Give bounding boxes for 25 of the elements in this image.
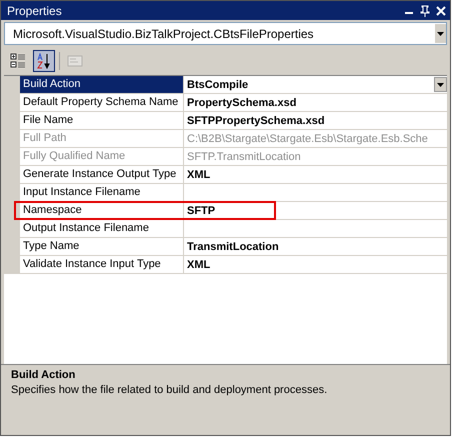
description-text: Specifies how the file related to build and deployment processes. <box>11 384 328 396</box>
property-name[interactable]: Validate Instance Input Type <box>20 256 184 273</box>
property-name[interactable]: Output Instance Filename <box>20 220 184 237</box>
property-name[interactable]: Input Instance Filename <box>20 184 184 201</box>
property-value: SFTP <box>187 204 216 216</box>
property-value: BtsCompile <box>187 78 250 90</box>
property-name[interactable]: File Name <box>20 112 184 129</box>
property-value: SFTPPropertySchema.xsd <box>187 114 326 126</box>
property-name[interactable]: Namespace <box>20 202 184 219</box>
window-title: Properties <box>7 4 63 18</box>
sort-icon[interactable] <box>33 50 55 72</box>
close-icon[interactable] <box>436 4 446 16</box>
object-selector[interactable]: Microsoft.VisualStudio.BizTalkProject.CBtsFileProperties <box>4 22 447 45</box>
property-value: PropertySchema.xsd <box>187 96 298 108</box>
property-value: SFTP.TransmitLocation <box>187 150 302 162</box>
property-name[interactable]: Default Property Schema Name <box>20 94 184 111</box>
property-value: TransmitLocation <box>187 240 280 252</box>
property-name[interactable]: Build Action <box>20 76 184 93</box>
property-value: C:\B2B\Stargate\Stargate.Esb\Stargate.Esb.Sche <box>187 132 429 144</box>
description-title: Build Action <box>11 369 76 381</box>
pin-icon[interactable] <box>420 4 430 16</box>
property-value: XML <box>187 258 212 270</box>
property-name[interactable]: Type Name <box>20 238 184 255</box>
property-name[interactable]: Generate Instance Output Type <box>20 166 184 183</box>
property-value: XML <box>187 168 212 180</box>
